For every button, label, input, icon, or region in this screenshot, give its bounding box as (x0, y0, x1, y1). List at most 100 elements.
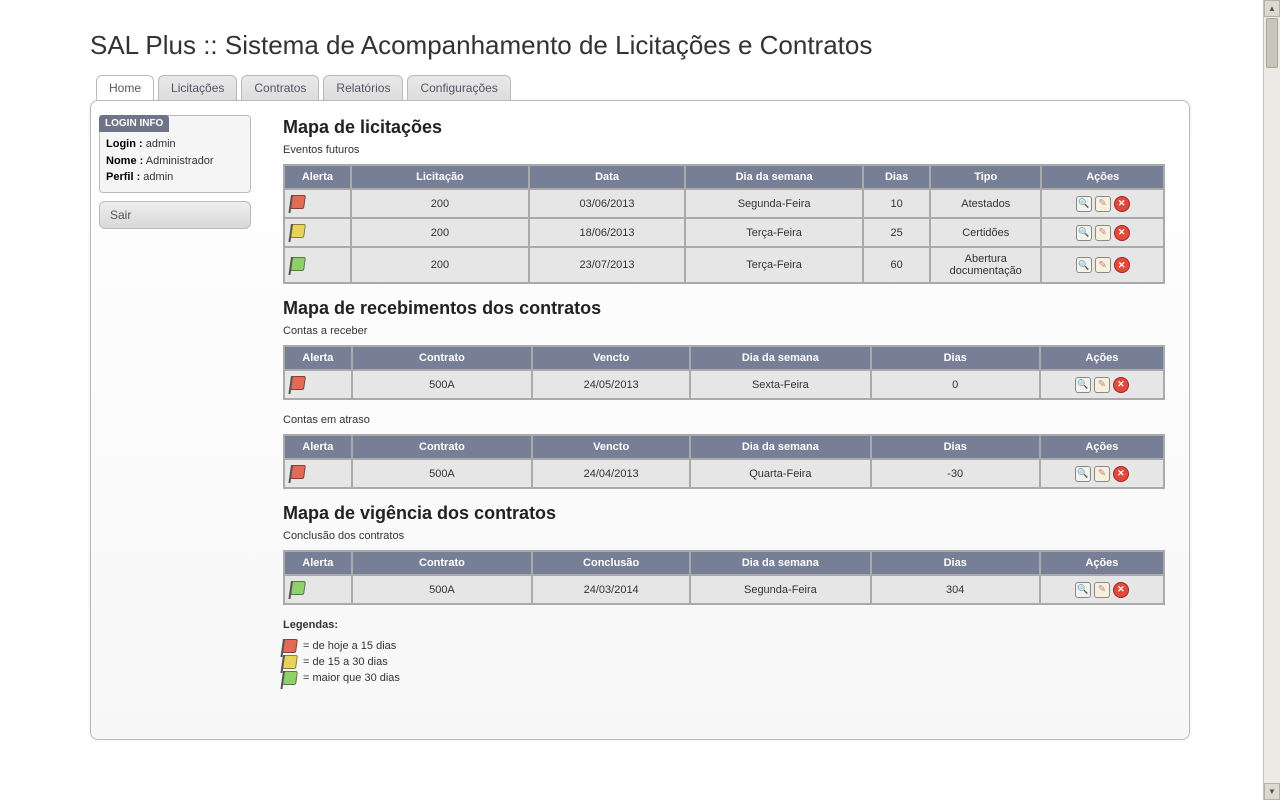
col-header: Dias (871, 435, 1040, 459)
cell: 500A (352, 575, 533, 604)
cell: Segunda-Feira (690, 575, 871, 604)
logout-button[interactable]: Sair (99, 201, 251, 229)
table-receber: AlertaContratoVenctoDia da semanaDiasAçõ… (283, 345, 1165, 400)
legend-text: = maior que 30 dias (303, 672, 400, 684)
view-icon[interactable] (1076, 257, 1092, 273)
legend-item: = de 15 a 30 dias (283, 655, 1165, 669)
col-header: Vencto (532, 346, 690, 370)
cell: 500A (352, 459, 533, 488)
legend-text: = de hoje a 15 dias (303, 640, 396, 652)
cell: Terça-Feira (685, 218, 863, 247)
col-header: Dias (871, 346, 1040, 370)
cell: 03/06/2013 (529, 189, 685, 218)
flag-yellow-icon (290, 224, 306, 238)
delete-icon[interactable] (1114, 196, 1130, 212)
legend-title: Legendas: (283, 619, 1165, 631)
cell: -30 (871, 459, 1040, 488)
login-value: admin (146, 138, 176, 150)
table-licitacoes: AlertaLicitaçãoDataDia da semanaDiasTipo… (283, 164, 1165, 284)
col-header: Alerta (284, 165, 351, 189)
main-panel: LOGIN INFO Login : admin Nome : Administ… (90, 100, 1190, 740)
flag-green-icon (290, 581, 306, 595)
view-icon[interactable] (1075, 582, 1091, 598)
edit-icon[interactable] (1094, 377, 1110, 393)
table-row: 500A24/03/2014Segunda-Feira304 (284, 575, 1164, 604)
tab-configurações[interactable]: Configurações (407, 75, 510, 100)
flag-red-icon (290, 376, 306, 390)
col-header: Dia da semana (690, 346, 871, 370)
delete-icon[interactable] (1113, 466, 1129, 482)
cell: Atestados (930, 189, 1041, 218)
delete-icon[interactable] (1114, 225, 1130, 241)
table-row: 20003/06/2013Segunda-Feira10Atestados (284, 189, 1164, 218)
cell: 24/04/2013 (532, 459, 690, 488)
cell: 25 (863, 218, 930, 247)
col-header: Licitação (351, 165, 529, 189)
table-row: 20023/07/2013Terça-Feira60Abertura docum… (284, 247, 1164, 283)
col-header: Dia da semana (685, 165, 863, 189)
col-header: Tipo (930, 165, 1041, 189)
col-header: Dia da semana (690, 551, 871, 575)
cell: Certidões (930, 218, 1041, 247)
nome-label: Nome : (106, 155, 143, 167)
section-title-vigencia: Mapa de vigência dos contratos (283, 503, 1165, 524)
login-label: Login : (106, 138, 143, 150)
table-atraso: AlertaContratoVenctoDia da semanaDiasAçõ… (283, 434, 1165, 489)
login-info-header: LOGIN INFO (99, 115, 169, 132)
legend-text: = de 15 a 30 dias (303, 656, 388, 668)
cell: 24/05/2013 (532, 370, 690, 399)
col-header: Ações (1040, 551, 1164, 575)
section-subtitle-receber: Contas a receber (283, 325, 1165, 337)
scroll-thumb[interactable] (1266, 18, 1278, 68)
view-icon[interactable] (1075, 377, 1091, 393)
cell: 304 (871, 575, 1040, 604)
edit-icon[interactable] (1094, 582, 1110, 598)
delete-icon[interactable] (1114, 257, 1130, 273)
delete-icon[interactable] (1113, 582, 1129, 598)
table-vigencia: AlertaContratoConclusãoDia da semanaDias… (283, 550, 1165, 605)
tab-contratos[interactable]: Contratos (241, 75, 319, 100)
cell: Sexta-Feira (690, 370, 871, 399)
cell: 500A (352, 370, 533, 399)
perfil-label: Perfil : (106, 171, 140, 183)
view-icon[interactable] (1076, 225, 1092, 241)
tab-licitações[interactable]: Licitações (158, 75, 237, 100)
tab-relatórios[interactable]: Relatórios (323, 75, 403, 100)
table-row: 20018/06/2013Terça-Feira25Certidões (284, 218, 1164, 247)
sidebar: LOGIN INFO Login : admin Nome : Administ… (91, 101, 259, 739)
perfil-value: admin (143, 171, 173, 183)
cell: 60 (863, 247, 930, 283)
col-header: Contrato (352, 551, 533, 575)
col-header: Conclusão (532, 551, 690, 575)
view-icon[interactable] (1076, 196, 1092, 212)
vertical-scrollbar[interactable]: ▲ ▼ (1263, 0, 1280, 800)
cell: 200 (351, 218, 529, 247)
edit-icon[interactable] (1094, 466, 1110, 482)
table-row: 500A24/04/2013Quarta-Feira-30 (284, 459, 1164, 488)
tab-home[interactable]: Home (96, 75, 154, 100)
cell: 10 (863, 189, 930, 218)
edit-icon[interactable] (1095, 196, 1111, 212)
scroll-down-icon[interactable]: ▼ (1264, 783, 1280, 800)
section-subtitle-vigencia: Conclusão dos contratos (283, 530, 1165, 542)
section-subtitle-atraso: Contas em atraso (283, 414, 1165, 426)
view-icon[interactable] (1075, 466, 1091, 482)
col-header: Alerta (284, 435, 352, 459)
edit-icon[interactable] (1095, 225, 1111, 241)
delete-icon[interactable] (1113, 377, 1129, 393)
section-subtitle-licitacoes: Eventos futuros (283, 144, 1165, 156)
nome-value: Administrador (146, 155, 214, 167)
flag-green-icon (290, 257, 306, 271)
edit-icon[interactable] (1095, 257, 1111, 273)
cell: 200 (351, 189, 529, 218)
col-header: Dias (863, 165, 930, 189)
login-info-box: LOGIN INFO Login : admin Nome : Administ… (99, 115, 251, 193)
flag-red-icon (290, 465, 306, 479)
col-header: Ações (1041, 165, 1164, 189)
tab-bar: HomeLicitaçõesContratosRelatóriosConfigu… (90, 75, 1190, 100)
col-header: Dias (871, 551, 1040, 575)
col-header: Alerta (284, 346, 352, 370)
scroll-up-icon[interactable]: ▲ (1264, 0, 1280, 17)
cell: 18/06/2013 (529, 218, 685, 247)
cell: 0 (871, 370, 1040, 399)
